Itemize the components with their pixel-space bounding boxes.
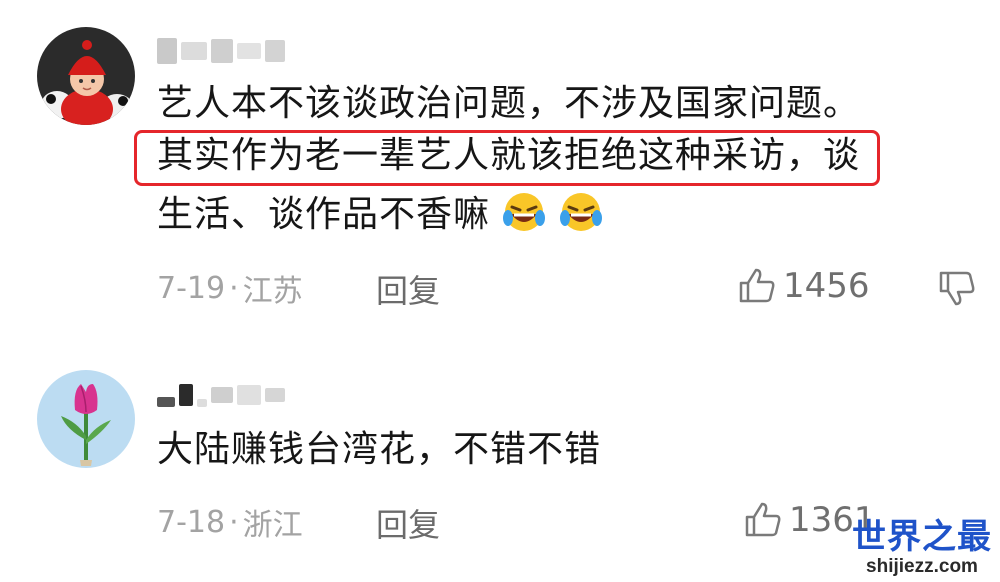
dislike-button[interactable] <box>937 268 977 312</box>
like-count: 1456 <box>783 266 870 306</box>
meta-separator: · <box>229 270 239 306</box>
username-redacted[interactable] <box>157 380 285 410</box>
reply-button[interactable]: 回复 <box>376 500 440 546</box>
comment-text: 大陆赚钱台湾花，不错不错 <box>157 429 602 470</box>
comment-meta: 7-18 · 浙江 <box>157 500 303 544</box>
username-redacted[interactable] <box>157 36 285 66</box>
baby-in-red-hat-avatar <box>37 27 135 125</box>
avatar[interactable] <box>37 370 135 468</box>
like-button[interactable]: 1456 <box>737 266 870 306</box>
comment-date: 7-18 <box>157 504 226 540</box>
thumbs-up-icon <box>739 268 775 303</box>
reply-button[interactable]: 回复 <box>376 266 440 312</box>
comment-meta: 7-19 · 江苏 <box>157 266 303 310</box>
comment-text: 其实作为老一辈艺人就该拒绝这种采访，谈 <box>157 135 861 176</box>
comment-location: 浙江 <box>242 508 303 543</box>
avatar[interactable] <box>37 27 135 125</box>
laughing-crying-emoji <box>559 193 602 231</box>
thumbs-up-icon <box>745 502 781 537</box>
tulip-avatar <box>37 370 135 468</box>
meta-separator: · <box>229 504 239 540</box>
comment-text-segment: 生活、谈作品不香嘛 <box>157 194 491 235</box>
comment-date: 7-19 <box>157 270 226 306</box>
watermark-title: 世界之最 <box>852 517 992 557</box>
comment-location: 江苏 <box>242 274 303 309</box>
watermark-url: shijiezz.com <box>866 556 978 577</box>
thumbs-down-icon <box>939 271 975 306</box>
site-watermark: 世界之最 shijiezz.com <box>852 518 992 578</box>
laughing-crying-emoji <box>503 193 546 231</box>
comment-text: 生活、谈作品不香嘛 <box>157 190 603 237</box>
comment-text: 艺人本不该谈政治问题，不涉及国家问题。 <box>157 83 861 124</box>
